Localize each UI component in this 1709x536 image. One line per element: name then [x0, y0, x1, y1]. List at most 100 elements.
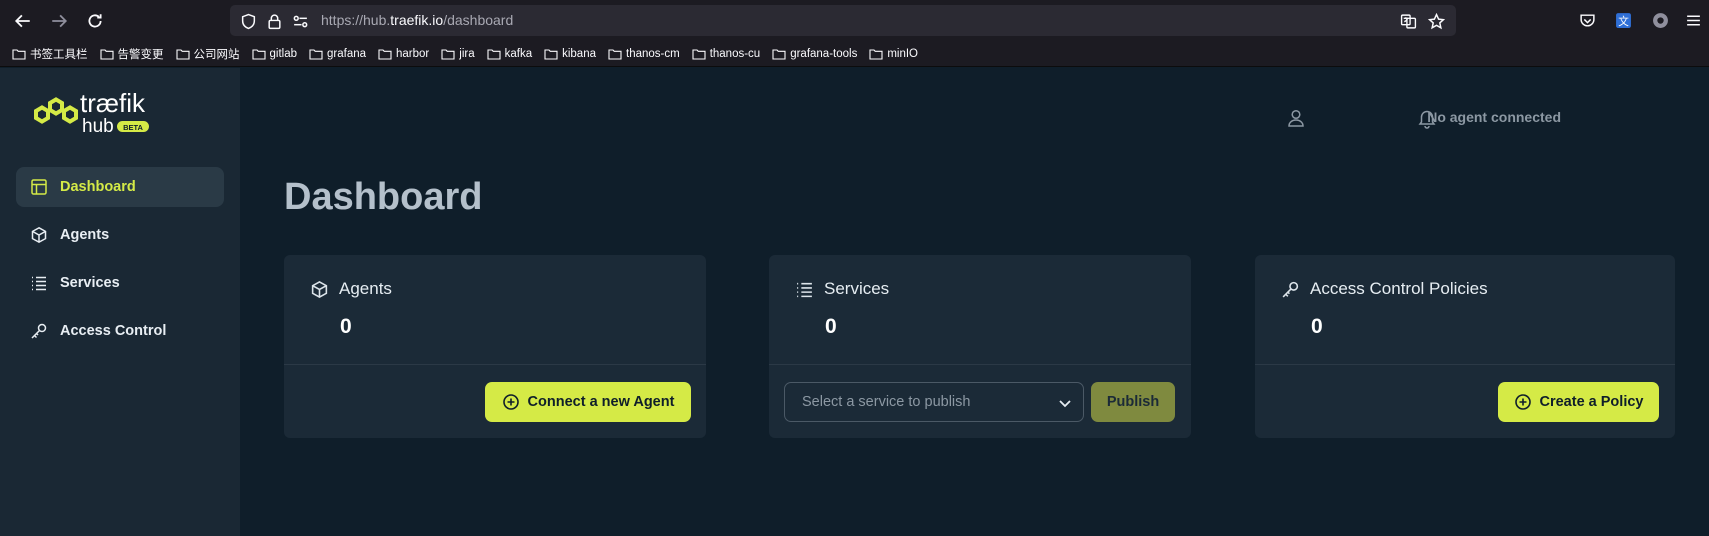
publish-button[interactable]: Publish — [1091, 382, 1175, 422]
bookmark-folder[interactable]: grafana — [309, 48, 366, 60]
beta-badge-label: BETA — [123, 123, 143, 132]
bookmark-label: 书签工具栏 — [30, 48, 88, 61]
bookmark-folder[interactable]: kafka — [487, 47, 533, 60]
pocket-icon[interactable] — [1577, 10, 1597, 30]
key-icon — [31, 323, 47, 339]
forward-button[interactable] — [44, 8, 74, 34]
bookmark-folder[interactable]: thanos-cm — [608, 48, 680, 60]
bookmark-folder[interactable]: 告警变更 — [99, 46, 164, 62]
services-card-title: Services — [824, 279, 890, 298]
svg-text:文: 文 — [1618, 14, 1629, 27]
bookmark-folder[interactable]: 书签工具栏 — [12, 46, 88, 62]
translate-icon[interactable] — [1398, 11, 1418, 31]
url-text[interactable]: https://hub.traefik.io/dashboard — [321, 12, 513, 28]
folder-icon — [251, 48, 266, 60]
create-policy-button[interactable]: Create a Policy — [1498, 382, 1659, 422]
bookmark-star-icon[interactable] — [1426, 11, 1446, 31]
card-divider — [1255, 364, 1675, 365]
bookmark-label: thanos-cm — [626, 47, 680, 60]
folder-icon — [441, 48, 455, 60]
extension-icon[interactable] — [1650, 10, 1670, 30]
translate-extension-icon[interactable]: 文 — [1613, 10, 1633, 30]
services-card-header: Services — [795, 279, 889, 299]
sidebar-item-label: Agents — [60, 227, 110, 243]
folder-icon — [378, 48, 392, 60]
list-icon — [32, 276, 46, 291]
brand-sub: hub — [82, 116, 114, 137]
services-card: Services 0 Select a service to publish P… — [769, 255, 1191, 438]
bookmark-label: grafana-tools — [790, 47, 858, 60]
sidebar-item-dashboard[interactable]: Dashboard — [16, 167, 224, 207]
reload-button[interactable] — [80, 8, 110, 34]
arrow-left-icon — [14, 14, 30, 28]
policies-count: 0 — [1311, 315, 1323, 338]
agents-card-title: Agents — [339, 279, 392, 298]
shield-icon[interactable] — [238, 11, 258, 31]
folder-icon — [608, 48, 622, 60]
reload-icon — [88, 14, 102, 28]
cube-icon — [311, 280, 328, 298]
folder-icon — [12, 48, 26, 60]
folder-icon — [544, 48, 558, 60]
agents-card: Agents 0 Connect a new Agent — [284, 255, 706, 438]
sidebar-item-access-control[interactable]: Access Control — [16, 311, 224, 351]
bookmark-label: kafka — [504, 47, 533, 60]
bookmark-folder[interactable]: kibana — [544, 48, 596, 60]
list-icon — [797, 282, 812, 297]
folder-icon — [772, 48, 786, 60]
arrow-right-icon — [52, 14, 68, 28]
service-select-placeholder: Select a service to publish — [802, 394, 971, 410]
folder-icon — [692, 48, 706, 60]
bookmark-folder[interactable]: gitlab — [251, 47, 298, 60]
bookmark-folder[interactable]: 公司网站 — [175, 46, 240, 62]
bookmark-folder[interactable]: grafana-tools — [772, 48, 857, 60]
access-card-title: Access Control Policies — [1310, 279, 1488, 298]
address-bar[interactable]: https://hub.traefik.io/dashboard — [230, 5, 1456, 36]
lock-icon[interactable] — [264, 11, 284, 31]
bookmark-folder[interactable]: jira — [441, 47, 475, 60]
back-button[interactable] — [8, 8, 38, 34]
folder-icon — [175, 48, 190, 60]
bookmark-label: grafana — [327, 47, 367, 60]
agent-status: No agent connected — [1427, 109, 1561, 125]
brand-name: træfik — [80, 90, 146, 118]
bookmark-label: 告警变更 — [117, 48, 164, 61]
bookmarks-bar: 书签工具栏 告警变更 公司网站 gitlab grafana harbor jira kafk… — [0, 41, 1709, 67]
services-count: 0 — [825, 315, 837, 338]
card-divider — [769, 364, 1191, 365]
agents-count: 0 — [340, 315, 352, 338]
plus-circle-icon — [502, 394, 519, 410]
access-control-card: Access Control Policies 0 Create a Polic… — [1255, 255, 1675, 438]
bookmark-label: kibana — [562, 47, 596, 60]
sidebar-item-label: Dashboard — [60, 179, 136, 195]
sidebar-item-agents[interactable]: Agents — [16, 215, 224, 255]
bookmark-label: jira — [459, 47, 475, 60]
bookmark-label: harbor — [396, 47, 430, 60]
cube-icon — [31, 226, 47, 244]
user-icon[interactable] — [1285, 107, 1307, 129]
folder-icon — [309, 48, 323, 60]
logo-hexagons-icon — [34, 97, 78, 124]
traefik-hub-logo[interactable]: træfik hub BETA — [30, 90, 170, 138]
folder-icon — [487, 48, 501, 60]
permissions-icon[interactable] — [290, 11, 310, 31]
service-select[interactable]: Select a service to publish — [784, 382, 1084, 422]
sidebar-item-services[interactable]: Services — [16, 263, 224, 303]
key-icon — [1282, 281, 1299, 297]
bookmark-folder[interactable]: harbor — [378, 48, 429, 60]
sidebar-item-label: Services — [60, 275, 120, 291]
menu-icon[interactable] — [1683, 10, 1703, 30]
bookmark-folder[interactable]: minIO — [869, 48, 918, 60]
bookmark-label: 公司网站 — [193, 48, 240, 61]
main-content: No agent connected Dashboard Agents 0 Co… — [240, 68, 1709, 536]
bell-icon[interactable] — [1416, 107, 1438, 129]
browser-toolbar: https://hub.traefik.io/dashboard 文 — [0, 0, 1709, 41]
page-title: Dashboard — [284, 176, 483, 218]
bookmark-folder[interactable]: thanos-cu — [692, 47, 761, 60]
connect-agent-button[interactable]: Connect a new Agent — [485, 382, 691, 422]
bookmark-label: gitlab — [269, 47, 298, 60]
plus-circle-icon — [1514, 394, 1531, 410]
card-divider — [284, 364, 706, 365]
bookmark-label: thanos-cu — [709, 47, 761, 60]
connect-agent-button-label: Connect a new Agent — [527, 394, 675, 410]
